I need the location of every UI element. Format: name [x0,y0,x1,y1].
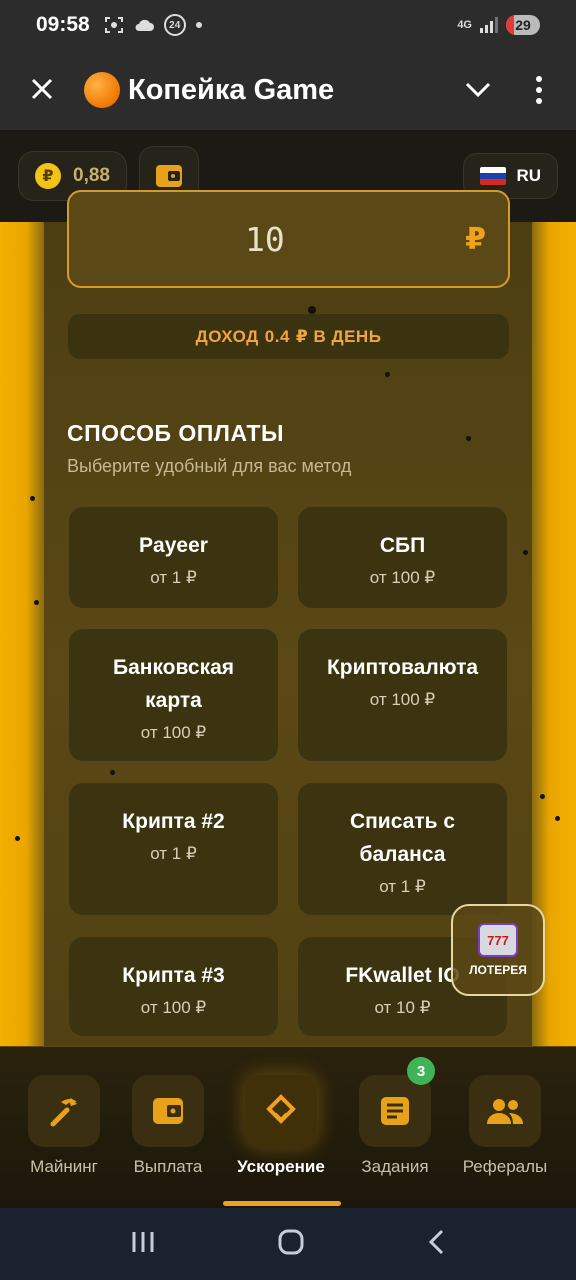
amount-value: 10 [245,220,285,259]
status-icons: 24 [104,14,202,36]
dot-icon [195,22,202,28]
wallet-icon [153,1098,183,1124]
back-icon [428,1229,443,1254]
recent-apps-icon [132,1231,154,1252]
nav-item-mining[interactable]: Майнинг [14,1075,114,1177]
home-button[interactable] [277,1228,305,1261]
payment-method-sbp[interactable]: СБП от 100 ₽ [298,507,507,608]
payment-method-payeer[interactable]: Payeer от 1 ₽ [69,507,278,608]
system-navigation-bar [0,1208,576,1280]
payment-method-crypto-2[interactable]: Крипта #2 от 1 ₽ [69,783,278,915]
payment-title: СПОСОБ ОПЛАТЫ [67,420,284,446]
app-title: Копейка Game [128,73,335,106]
lottery-label: ЛОТЕРЕЯ [469,963,527,977]
home-icon [278,1229,304,1254]
close-button[interactable] [0,71,84,110]
active-tab-indicator [223,1201,341,1206]
chevron-down-icon [465,82,491,98]
network-type: 4G [457,19,472,31]
tasks-badge: 3 [407,1057,435,1085]
pickaxe-icon [50,1098,77,1127]
recent-apps-button[interactable] [130,1230,156,1259]
coin-icon: ₽ [35,163,61,189]
nav-item-boost[interactable]: Ускорение [231,1075,331,1177]
tasks-icon [381,1097,409,1125]
payment-method-balance[interactable]: Списать с баланса от 1 ₽ [298,783,507,915]
lottery-button[interactable]: 777 ЛОТЕРЕЯ [451,904,545,996]
russia-flag-icon [480,167,507,185]
payment-method-crypto[interactable]: Криптовалюта от 100 ₽ [298,629,507,761]
cloud-icon [135,19,154,31]
notification-count-icon: 24 [163,14,186,36]
nav-item-referrals[interactable]: Рефералы [455,1075,555,1177]
more-menu-button[interactable] [524,70,554,110]
nav-item-payout[interactable]: Выплата [118,1075,218,1177]
income-banner: ДОХОД 0.4 ₽ В ДЕНЬ [68,314,509,359]
slot-machine-icon: 777 [478,923,518,957]
language-code: RU [516,166,541,185]
amount-input[interactable]: 10 ₽ [67,190,510,288]
back-button[interactable] [426,1228,446,1261]
nav-item-tasks[interactable]: 3 Задания [345,1057,445,1177]
balance-value: 0,88 [73,165,110,186]
screenshot-icon [104,17,123,33]
income-value: 0.4 [264,326,290,346]
app-logo [84,72,120,108]
battery-icon: 29 [506,15,540,35]
status-bar: 09:58 24 4G 29 [0,0,576,50]
app-bar: Копейка Game [0,50,576,130]
close-icon [31,78,53,99]
payment-method-crypto-3[interactable]: Крипта #3 от 100 ₽ [69,937,278,1036]
status-time: 09:58 [36,13,90,36]
payment-method-bank-card[interactable]: Банковская карта от 100 ₽ [69,629,278,761]
collapse-button[interactable] [458,70,498,110]
payment-subtitle: Выберите удобный для вас метод [67,456,352,476]
referrals-icon [487,1099,523,1124]
currency-symbol: ₽ [465,223,486,256]
bottom-navigation: Майнинг Выплата Ускорение 3 Задания Рефе… [0,1046,576,1208]
wallet-icon [155,165,182,187]
signal-icon [480,17,498,33]
boost-icon [266,1094,296,1124]
